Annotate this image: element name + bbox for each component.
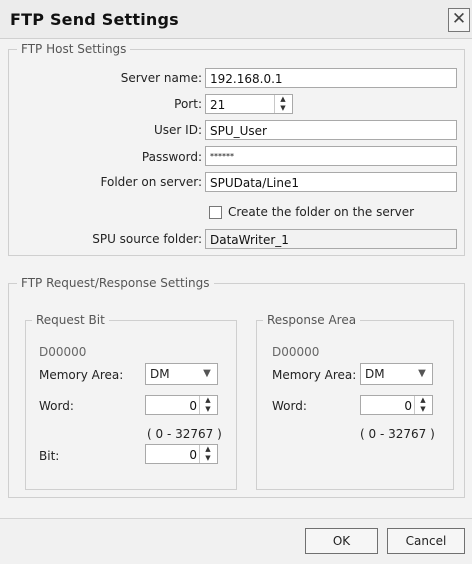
- response-area-legend: Response Area: [263, 313, 361, 327]
- user-id-label: User ID:: [154, 123, 202, 137]
- ftp-host-settings-legend: FTP Host Settings: [17, 42, 131, 56]
- request-bit-value: 0: [189, 448, 197, 462]
- request-address: D00000: [39, 345, 87, 359]
- spin-up-icon[interactable]: ▲: [200, 445, 216, 454]
- spin-up-icon[interactable]: ▲: [415, 396, 431, 405]
- response-word-value: 0: [404, 399, 412, 413]
- request-word-input[interactable]: 0 ▲ ▼: [145, 395, 218, 415]
- request-bit-input[interactable]: 0 ▲ ▼: [145, 444, 218, 464]
- close-icon[interactable]: ✕: [448, 8, 470, 32]
- spin-down-icon[interactable]: ▼: [200, 405, 216, 414]
- response-word-label: Word:: [272, 399, 307, 413]
- request-memory-area-select[interactable]: DM ▼: [145, 363, 218, 385]
- port-value: 21: [210, 98, 226, 112]
- ftp-request-response-legend: FTP Request/Response Settings: [17, 276, 214, 290]
- ok-button[interactable]: OK: [305, 528, 378, 554]
- spu-source-folder-field: DataWriter_1: [205, 229, 457, 249]
- title-bar: FTP Send Settings ✕: [0, 0, 472, 39]
- create-folder-checkbox[interactable]: [209, 206, 222, 219]
- folder-on-server-label: Folder on server:: [100, 175, 202, 189]
- cancel-button[interactable]: Cancel: [387, 528, 465, 554]
- response-memory-area-label: Memory Area:: [272, 368, 357, 382]
- port-input[interactable]: 21 ▲ ▼: [205, 94, 293, 114]
- spin-down-icon[interactable]: ▼: [415, 405, 431, 414]
- server-name-label: Server name:: [120, 71, 202, 85]
- folder-on-server-input[interactable]: SPUData/Line1: [205, 172, 457, 192]
- response-word-range: ( 0 - 32767 ): [360, 427, 435, 441]
- spin-up-icon[interactable]: ▲: [200, 396, 216, 405]
- request-bit-legend: Request Bit: [32, 313, 109, 327]
- request-word-range: ( 0 - 32767 ): [147, 427, 222, 441]
- response-memory-area-value: DM: [365, 367, 385, 381]
- request-memory-area-value: DM: [150, 367, 170, 381]
- spin-up-icon[interactable]: ▲: [275, 95, 291, 104]
- chevron-down-icon[interactable]: ▼: [199, 366, 215, 382]
- password-label: Password:: [141, 150, 202, 164]
- request-bit-spinner[interactable]: ▲ ▼: [199, 445, 216, 463]
- response-address: D00000: [272, 345, 320, 359]
- request-word-label: Word:: [39, 399, 74, 413]
- response-word-input[interactable]: 0 ▲ ▼: [360, 395, 433, 415]
- server-name-input[interactable]: 192.168.0.1: [205, 68, 457, 88]
- response-word-spinner[interactable]: ▲ ▼: [414, 396, 431, 414]
- spin-down-icon[interactable]: ▼: [275, 104, 291, 113]
- user-id-input[interactable]: SPU_User: [205, 120, 457, 140]
- response-memory-area-select[interactable]: DM ▼: [360, 363, 433, 385]
- request-memory-area-label: Memory Area:: [39, 368, 124, 382]
- ftp-send-settings-dialog: FTP Send Settings ✕ FTP Host Settings Se…: [0, 0, 472, 564]
- spin-down-icon[interactable]: ▼: [200, 454, 216, 463]
- port-label: Port:: [174, 97, 202, 111]
- request-bit-label: Bit:: [39, 449, 60, 463]
- dialog-title: FTP Send Settings: [10, 10, 179, 29]
- request-word-spinner[interactable]: ▲ ▼: [199, 396, 216, 414]
- create-folder-label[interactable]: Create the folder on the server: [228, 205, 414, 219]
- password-input[interactable]: ******: [205, 146, 457, 166]
- request-word-value: 0: [189, 399, 197, 413]
- spu-source-folder-label: SPU source folder:: [92, 232, 202, 246]
- chevron-down-icon[interactable]: ▼: [414, 366, 430, 382]
- port-spinner[interactable]: ▲ ▼: [274, 95, 291, 113]
